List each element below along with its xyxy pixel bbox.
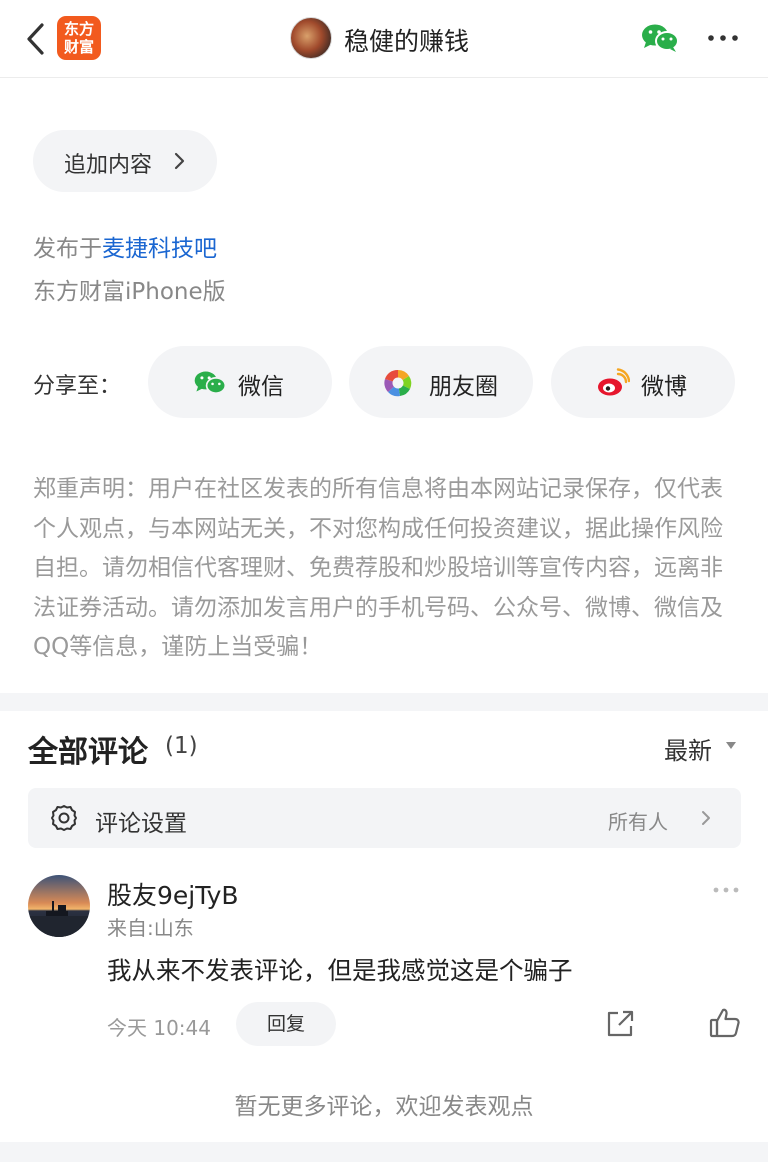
share-label: 分享至： — [33, 374, 122, 399]
commenter-location: 来自:山东 — [107, 916, 194, 940]
author-avatar[interactable] — [290, 17, 332, 59]
more-dots-icon[interactable] — [710, 884, 742, 896]
share-weibo-label: 微博 — [641, 374, 687, 400]
wechat-icon — [642, 24, 679, 52]
more-dots-icon — [708, 35, 738, 41]
thumbs-up-icon[interactable] — [708, 1006, 742, 1040]
published-prefix: 发布于 — [33, 236, 102, 262]
published-in: 发布于麦捷科技吧 — [33, 229, 217, 263]
section-divider — [0, 693, 768, 711]
comments-count: (1) — [165, 733, 198, 759]
wechat-share-button[interactable] — [640, 22, 680, 54]
comment-settings-label: 评论设置 — [95, 811, 187, 837]
commenter-avatar[interactable] — [28, 875, 90, 937]
add-content-button[interactable]: 追加内容 — [33, 130, 217, 192]
comment-text: 我从来不发表评论，但是我感觉这是个骗子 — [107, 956, 573, 985]
logo-text-line2: 财富 — [63, 38, 94, 56]
client-source: 东方财富iPhone版 — [33, 279, 226, 305]
top-bar: 东方 财富 稳健的赚钱 — [0, 0, 768, 78]
weibo-icon — [598, 368, 630, 396]
wechat-icon — [194, 371, 227, 395]
app-logo[interactable]: 东方 财富 — [57, 16, 101, 60]
comments-title: 全部评论 — [28, 735, 148, 770]
more-button[interactable] — [700, 20, 746, 56]
commenter-username[interactable]: 股友9ejTyB — [107, 876, 239, 912]
comment-time: 今天 10:44 — [107, 1016, 211, 1040]
share-moments-label: 朋友圈 — [429, 374, 498, 400]
comment-settings-value: 所有人 — [608, 810, 668, 834]
gear-icon — [51, 805, 77, 831]
page-title[interactable]: 稳健的赚钱 — [344, 22, 469, 58]
share-external-icon[interactable] — [604, 1008, 636, 1040]
share-moments-button[interactable]: 朋友圈 — [349, 346, 533, 418]
add-content-label: 追加内容 — [64, 153, 153, 178]
reply-button[interactable]: 回复 — [236, 1002, 336, 1046]
caret-down-icon[interactable] — [725, 741, 737, 750]
sunset-boat-image — [28, 901, 90, 937]
chevron-right-icon — [174, 152, 185, 170]
back-button[interactable] — [20, 20, 52, 58]
chevron-left-icon — [27, 23, 44, 55]
disclaimer-text: 郑重声明：用户在社区发表的所有信息将由本网站记录保存，仅代表个人观点，与本网站无… — [33, 476, 723, 660]
forum-link[interactable]: 麦捷科技吧 — [102, 236, 217, 262]
bottom-divider — [0, 1142, 768, 1162]
comment-settings-bar[interactable]: 评论设置 所有人 — [28, 788, 741, 848]
share-weibo-button[interactable]: 微博 — [551, 346, 735, 418]
chevron-right-icon — [702, 811, 710, 825]
logo-text-line1: 东方 — [63, 20, 94, 38]
share-wechat-button[interactable]: 微信 — [148, 346, 332, 418]
sort-selector[interactable]: 最新 — [664, 731, 712, 766]
moments-icon — [384, 369, 412, 397]
no-more-comments: 暂无更多评论，欢迎发表观点 — [234, 1094, 534, 1120]
share-wechat-label: 微信 — [238, 374, 284, 400]
